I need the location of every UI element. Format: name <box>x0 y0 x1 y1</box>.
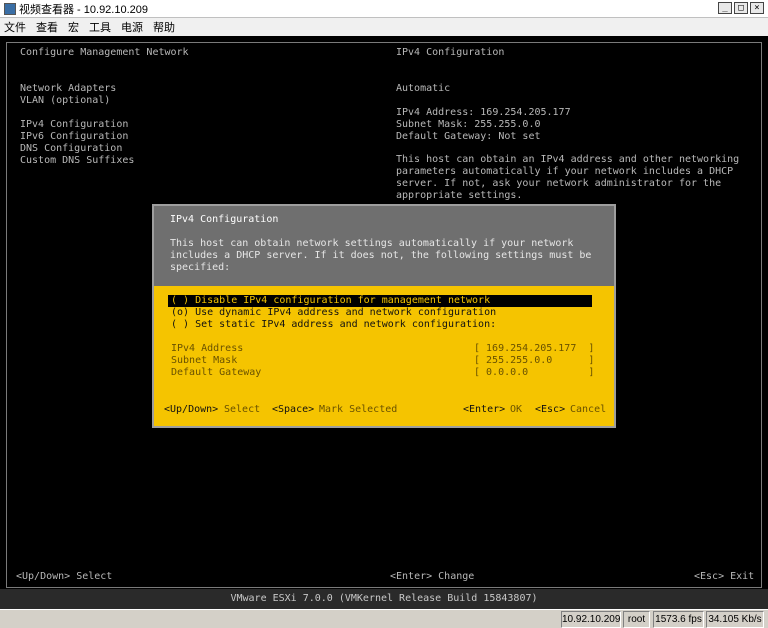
dialog-desc-line: includes a DHCP server. If it does not, … <box>170 250 592 261</box>
menu-power[interactable]: 电源 <box>121 19 143 35</box>
window-controls: _ □ × <box>718 2 764 14</box>
field-subnet-mask[interactable]: [ 255.255.0.0 ] <box>474 355 594 367</box>
status-host: 10.92.10.209 <box>561 611 621 628</box>
option-disable-ipv4[interactable]: ( ) Disable IPv4 configuration for manag… <box>171 295 490 307</box>
menu-help[interactable]: 帮助 <box>153 19 175 35</box>
key-enter[interactable]: <Enter> <box>463 404 505 416</box>
option-static-ipv4[interactable]: ( ) Set static IPv4 address and network … <box>171 319 496 331</box>
menu-item-vlan[interactable]: VLAN (optional) <box>20 95 110 107</box>
hint-cancel[interactable]: Cancel <box>570 404 606 416</box>
option-dynamic-ipv4[interactable]: (o) Use dynamic IPv4 address and network… <box>171 307 496 319</box>
key-updown: <Up/Down> <box>164 404 219 415</box>
remote-console[interactable]: Configure Management Network IPv4 Config… <box>0 36 768 609</box>
field-ipv4-address[interactable]: [ 169.254.205.177 ] <box>474 343 594 355</box>
field-label-subnet-mask: Subnet Mask <box>171 355 238 366</box>
right-ipv4-address: IPv4 Address: 169.254.205.177 <box>396 107 571 118</box>
hint-ok[interactable]: OK <box>510 404 522 416</box>
window-title: 视频查看器 - 10.92.10.209 <box>19 3 149 16</box>
right-header: IPv4 Configuration <box>396 47 505 58</box>
hint-updown-select: <Up/Down> Select <box>16 571 113 582</box>
status-user: root <box>623 611 650 628</box>
menu-item-dns[interactable]: DNS Configuration <box>20 143 122 155</box>
menu-view[interactable]: 查看 <box>36 19 58 35</box>
status-fps: 1573.6 fps <box>653 611 704 628</box>
menu-item-dns-suffixes[interactable]: Custom DNS Suffixes <box>20 155 134 167</box>
right-desc-line: parameters automatically if your network… <box>396 166 734 177</box>
hint-select: Select <box>224 404 261 415</box>
status-rate: 34.105 Kb/s <box>706 611 764 628</box>
right-desc-line: This host can obtain an IPv4 address and… <box>396 154 740 165</box>
menubar: 文件 查看 宏 工具 电源 帮助 <box>0 18 768 36</box>
dialog-title: IPv4 Configuration <box>170 214 279 225</box>
menu-macro[interactable]: 宏 <box>68 19 79 35</box>
dialog-header: IPv4 Configuration This host can obtain … <box>154 206 614 286</box>
version-footer: VMware ESXi 7.0.0 (VMKernel Release Buil… <box>0 589 768 609</box>
field-label-ipv4-address: IPv4 Address <box>171 343 244 354</box>
dialog-desc-line: This host can obtain network settings au… <box>170 238 574 249</box>
ipv4-config-dialog: IPv4 Configuration This host can obtain … <box>152 204 616 428</box>
right-subnet-mask: Subnet Mask: 255.255.0.0 <box>396 119 541 130</box>
app-icon <box>4 2 16 15</box>
dialog-body: ( ) Disable IPv4 configuration for manag… <box>154 286 614 426</box>
close-button[interactable]: × <box>750 2 764 14</box>
statusbar: 10.92.10.209 root 1573.6 fps 34.105 Kb/s <box>0 609 768 628</box>
field-label-default-gateway: Default Gateway <box>171 367 262 378</box>
window-titlebar: 视频查看器 - 10.92.10.209 _ □ × <box>0 0 768 18</box>
minimize-button[interactable]: _ <box>718 2 732 14</box>
menu-tools[interactable]: 工具 <box>89 19 111 35</box>
right-mode: Automatic <box>396 83 451 94</box>
right-desc-line: server. If not, ask your network adminis… <box>396 178 722 189</box>
key-space: <Space> <box>272 404 315 415</box>
menu-item-ipv4[interactable]: IPv4 Configuration <box>20 119 128 131</box>
menu-item-network-adapters[interactable]: Network Adapters <box>20 83 116 95</box>
menu-file[interactable]: 文件 <box>4 19 26 35</box>
hint-enter-change: <Enter> Change <box>390 571 475 582</box>
key-esc[interactable]: <Esc> <box>535 404 565 416</box>
menu-item-ipv6[interactable]: IPv6 Configuration <box>20 131 128 143</box>
dialog-desc-line: specified: <box>170 262 231 273</box>
hint-esc-exit: <Esc> Exit <box>694 571 755 582</box>
right-desc-line: appropriate settings. <box>396 190 523 201</box>
right-default-gateway: Default Gateway: Not set <box>396 131 541 142</box>
maximize-button[interactable]: □ <box>734 2 748 14</box>
field-default-gateway[interactable]: [ 0.0.0.0 ] <box>474 367 594 379</box>
hint-mark-selected: Mark Selected <box>319 404 398 415</box>
left-header: Configure Management Network <box>20 47 189 58</box>
